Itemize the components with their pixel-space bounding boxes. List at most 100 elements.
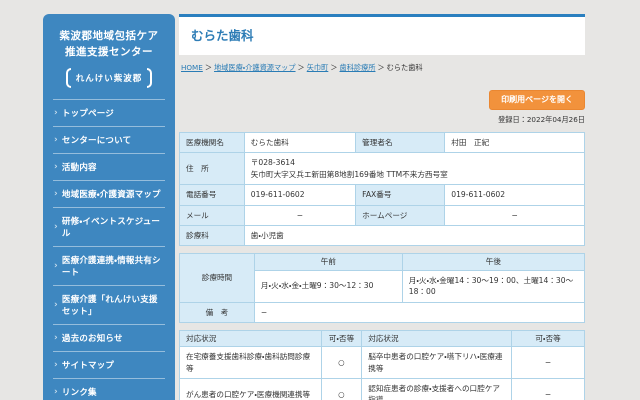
chevron-right-icon: › [54,108,58,118]
sidebar-item-top-page[interactable]: › トップページ [53,99,165,126]
main-content: むらた歯科 HOME＞地域医療・介護資源マップ＞矢巾町＞歯科診療所＞むらた歯科 … [179,14,585,400]
site-title-line1: 紫波郡地域包括ケア [53,29,165,45]
sidebar-item-label: 研修・イベントスケジュール [62,215,164,239]
support-item-stroke-care: 脳卒中患者の口腔ケア・嚥下リハ・医療連携等 [362,347,512,379]
sidebar-item-past-news[interactable]: › 過去のお知らせ [53,324,165,351]
table-row: 診療科 歯・小児歯 [180,225,585,245]
manager-name-label: 管理者名 [356,133,445,153]
hours-note-label: 備 考 [180,302,255,322]
table-row: 電話番号 019-611-0602 FAX番号 019-611-0602 [180,185,585,205]
breadcrumb-link-resource-map[interactable]: 地域医療・介護資源マップ [214,63,296,72]
hours-am-header: 午前 [254,254,402,270]
fax-value: 019-611-0602 [445,185,585,205]
sidebar-item-label: リンク集 [62,386,97,398]
chevron-right-icon: › [54,360,58,370]
sidebar-item-event-schedule[interactable]: › 研修・イベントスケジュール [53,207,165,246]
table-row: 診療時間 午前 午後 [180,254,585,270]
bracket-right-icon [147,68,152,88]
chevron-right-icon: › [54,300,58,310]
bracket-left-icon [66,68,71,88]
clinic-info-table: 医療機関名 むらた歯科 管理者名 村田 正紀 住 所 〒028-3614 矢巾町… [179,132,585,246]
table-row: 備 考 − [180,302,585,322]
chevron-right-icon: › [54,135,58,145]
support-status-table: 対応状況 可・否等 対応状況 可・否等 在宅療養支援歯科診療・歯科訪問診療等 ○… [179,330,585,400]
hours-table: 診療時間 午前 午後 月・火・水・金・土曜9：30〜12：30 月・火・水・金曜… [179,253,585,323]
support-status-header-left: 対応状況 [180,330,322,346]
hours-label: 診療時間 [180,254,255,302]
actions-row: 印刷用ページを開く [179,87,585,110]
sidebar-item-info-sharing-sheet[interactable]: › 医療介護連携・情報共有シート [53,246,165,285]
table-row: がん患者の口腔ケア・医療機関連携等 ○ 認知症患者の診療・支援者への口腔ケア指導… [180,379,585,400]
sidebar: 紫波郡地域包括ケア 推進支援センター れんけい紫波郡 › トップページ › センター… [43,14,175,400]
breadcrumb-link-dental-clinics[interactable]: 歯科診療所 [340,63,376,72]
chevron-right-icon: › [54,333,58,343]
institution-name-value: むらた歯科 [244,133,355,153]
hours-note-value: − [254,302,584,322]
breadcrumb: HOME＞地域医療・介護資源マップ＞矢巾町＞歯科診療所＞むらた歯科 [181,63,585,73]
table-row: 医療機関名 むらた歯科 管理者名 村田 正紀 [180,133,585,153]
mail-value: − [244,205,355,225]
department-value: 歯・小児歯 [244,225,584,245]
registered-date: 登録日：2022年04月26日 [179,115,585,125]
sidebar-item-sitemap[interactable]: › サイトマップ [53,351,165,378]
sidebar-item-label: センターについて [62,134,131,146]
support-item-dementia-care-value: − [512,379,585,400]
address-label: 住 所 [180,153,245,185]
breadcrumb-current: むらた歯科 [387,63,423,72]
support-item-dementia-care: 認知症患者の診療・支援者への口腔ケア指導 [362,379,512,400]
support-item-cancer-care-value: ○ [321,379,362,400]
support-status-header-right: 対応状況 [362,330,512,346]
address-text: 矢巾町大字又兵エ新田第8地割169番地 TTM不来方西号室 [251,169,578,180]
table-row: メール − ホームページ − [180,205,585,225]
sidebar-item-activities[interactable]: › 活動内容 [53,153,165,180]
sidebar-item-label: サイトマップ [62,359,114,371]
sidebar-item-label: 地域医療・介護資源マップ [62,188,161,200]
sidebar-item-label: 医療介護連携・情報共有シート [62,254,164,278]
hours-am-value: 月・火・水・金・土曜9：30〜12：30 [254,270,402,302]
chevron-right-icon: › [54,222,58,232]
sidebar-item-label: トップページ [62,107,114,119]
chevron-right-icon: › [54,261,58,271]
support-item-stroke-care-value: − [512,347,585,379]
sidebar-item-links[interactable]: › リンク集 [53,378,165,400]
breadcrumb-separator: ＞ [377,63,384,72]
breadcrumb-separator: ＞ [298,63,305,72]
chevron-right-icon: › [54,189,58,199]
chevron-right-icon: › [54,162,58,172]
sidebar-item-support-set[interactable]: › 医療介護「れんけい支援セット」 [53,285,165,324]
availability-header-left: 可・否等 [321,330,362,346]
site-subtitle: れんけい紫波郡 [53,68,165,88]
fax-label: FAX番号 [356,185,445,205]
sidebar-item-label: 過去のお知らせ [62,332,123,344]
support-item-home-dental-value: ○ [321,347,362,379]
phone-label: 電話番号 [180,185,245,205]
sidebar-panel: 紫波郡地域包括ケア 推進支援センター れんけい紫波郡 › トップページ › センター… [43,14,175,400]
sidebar-item-resource-map[interactable]: › 地域医療・介護資源マップ [53,180,165,207]
page: 紫波郡地域包括ケア 推進支援センター れんけい紫波郡 › トップページ › センター… [0,0,640,400]
manager-name-value: 村田 正紀 [445,133,585,153]
site-subtitle-label: れんけい紫波郡 [74,72,145,84]
mail-label: メール [180,205,245,225]
breadcrumb-link-home[interactable]: HOME [181,63,203,72]
table-row: 対応状況 可・否等 対応状況 可・否等 [180,330,585,346]
site-title-line2: 推進支援センター [53,45,165,61]
print-page-button[interactable]: 印刷用ページを開く [489,90,585,110]
breadcrumb-link-yahaba[interactable]: 矢巾町 [307,63,329,72]
breadcrumb-separator: ＞ [330,63,337,72]
hours-pm-header: 午後 [402,254,584,270]
chevron-right-icon: › [54,387,58,397]
department-label: 診療科 [180,225,245,245]
sidebar-item-label: 医療介護「れんけい支援セット」 [62,293,164,317]
homepage-label: ホームページ [356,205,445,225]
sidebar-item-about-center[interactable]: › センターについて [53,126,165,153]
table-row: 在宅療養支援歯科診療・歯科訪問診療等 ○ 脳卒中患者の口腔ケア・嚥下リハ・医療連… [180,347,585,379]
support-item-cancer-care: がん患者の口腔ケア・医療機関連携等 [180,379,322,400]
table-row: 住 所 〒028-3614 矢巾町大字又兵エ新田第8地割169番地 TTM不来方… [180,153,585,185]
availability-header-right: 可・否等 [512,330,585,346]
page-title: むらた歯科 [179,14,585,55]
homepage-value: − [445,205,585,225]
phone-value: 019-611-0602 [244,185,355,205]
sidebar-item-label: 活動内容 [62,161,97,173]
breadcrumb-separator: ＞ [205,63,212,72]
address-value: 〒028-3614 矢巾町大字又兵エ新田第8地割169番地 TTM不来方西号室 [244,153,584,185]
